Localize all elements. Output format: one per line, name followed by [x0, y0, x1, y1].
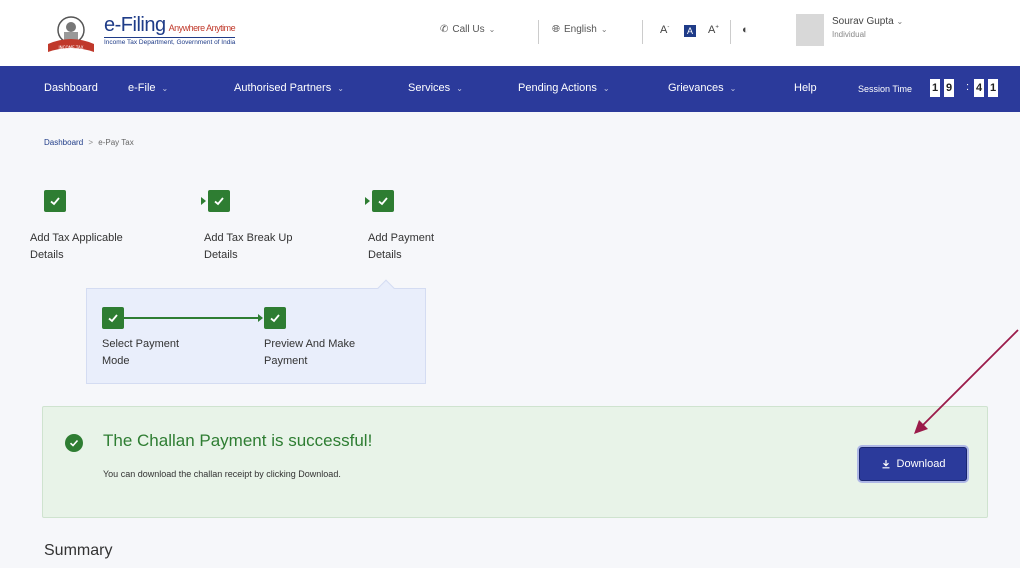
- step-connector-arrow: [201, 197, 206, 205]
- globe-icon: 🌐︎: [552, 24, 560, 35]
- substep-connector-arrow: [258, 314, 263, 322]
- chevron-down-icon: ⌄: [896, 17, 904, 26]
- contrast-toggle-icon[interactable]: ◐: [742, 24, 749, 36]
- substep-connector-line: [122, 317, 262, 319]
- divider: [538, 20, 539, 44]
- avatar[interactable]: [796, 14, 824, 46]
- success-message: You can download the challan receipt by …: [103, 469, 341, 479]
- substep-label: Preview And Make Payment: [264, 338, 356, 367]
- substep-complete-check-icon: [264, 307, 286, 329]
- divider: [730, 20, 731, 44]
- main-nav: Dashboard e-File ⌄ Authorised Partners ⌄ S…: [0, 66, 1020, 112]
- language-selector[interactable]: 🌐︎ English ⌄: [552, 24, 608, 35]
- breadcrumb-current: e-Pay Tax: [98, 138, 134, 147]
- font-normal-button[interactable]: A: [684, 25, 696, 37]
- chevron-down-icon: ⌄: [600, 25, 608, 34]
- font-decrease-button[interactable]: A-: [660, 24, 669, 36]
- session-digit: 4: [974, 79, 984, 97]
- step-label: Add Tax Applicable Details: [30, 232, 123, 261]
- emblem-logo-icon[interactable]: INCOME TAX: [44, 14, 98, 54]
- phone-icon: ✆: [440, 24, 449, 35]
- chevron-down-icon: ⌄: [602, 83, 610, 93]
- chevron-down-icon: ⌄: [161, 83, 169, 93]
- summary-heading: Summary: [44, 542, 113, 559]
- step-connector-arrow: [365, 197, 370, 205]
- step-complete-check-icon: [44, 190, 66, 212]
- breadcrumb-separator: >: [88, 138, 94, 147]
- user-menu[interactable]: Sourav Gupta ⌄: [832, 16, 903, 27]
- step-complete-check-icon: [208, 190, 230, 212]
- breadcrumb: Dashboard > e-Pay Tax: [44, 138, 134, 147]
- breadcrumb-home-link[interactable]: Dashboard: [44, 138, 83, 147]
- logo-title[interactable]: e-Filing Anywhere Anytime: [104, 14, 236, 37]
- session-digit: 1: [988, 79, 998, 97]
- nav-item-services[interactable]: Services ⌄: [408, 82, 463, 94]
- step-complete-check-icon: [372, 190, 394, 212]
- nav-item-pending-actions[interactable]: Pending Actions ⌄: [518, 82, 610, 94]
- payment-success-alert: The Challan Payment is successful! You c…: [42, 406, 988, 518]
- substep-label: Select Payment Mode: [102, 338, 180, 367]
- nav-item-e-file[interactable]: e-File ⌄: [128, 82, 168, 94]
- chevron-down-icon: ⌄: [337, 83, 344, 93]
- success-check-circle-icon: [65, 434, 83, 452]
- nav-item-authorised-partners[interactable]: Authorised Partners ⌄: [234, 82, 344, 94]
- call-us-label: Call Us: [452, 24, 485, 35]
- logo-subtitle: Anywhere Anytime: [168, 23, 236, 33]
- nav-item-help[interactable]: Help: [794, 82, 817, 94]
- chevron-down-icon: ⌄: [488, 25, 496, 34]
- step-label: Add Tax Break Up Details: [204, 232, 293, 261]
- download-label: Download: [896, 458, 946, 470]
- session-time-label: Session Time: [858, 84, 913, 94]
- success-title: The Challan Payment is successful!: [103, 431, 373, 450]
- call-us-menu[interactable]: ✆ Call Us ⌄: [440, 24, 495, 35]
- logo-tagline: Income Tax Department, Government of Ind…: [104, 37, 236, 46]
- divider: [642, 20, 643, 44]
- main-content: Dashboard > e-Pay Tax Add Tax Applicable…: [0, 112, 1020, 568]
- nav-item-dashboard[interactable]: Dashboard: [44, 82, 98, 94]
- nav-item-grievances[interactable]: Grievances ⌄: [668, 82, 736, 94]
- step-label: Add Payment Details: [368, 232, 435, 261]
- chevron-down-icon: ⌄: [729, 83, 737, 93]
- user-role: Individual: [832, 30, 866, 39]
- session-digit: 9: [944, 79, 954, 97]
- download-icon: [882, 460, 890, 469]
- site-header: INCOME TAX e-Filing Anywhere Anytime Inco…: [0, 0, 1020, 66]
- download-button[interactable]: Download: [859, 447, 967, 481]
- chevron-down-icon: ⌄: [456, 83, 463, 93]
- svg-text:INCOME TAX: INCOME TAX: [59, 45, 84, 50]
- substep-complete-check-icon: [102, 307, 124, 329]
- font-increase-button[interactable]: A+: [708, 24, 719, 36]
- language-label: English: [564, 24, 597, 35]
- session-digit: 1: [930, 79, 940, 97]
- session-colon: :: [966, 81, 970, 93]
